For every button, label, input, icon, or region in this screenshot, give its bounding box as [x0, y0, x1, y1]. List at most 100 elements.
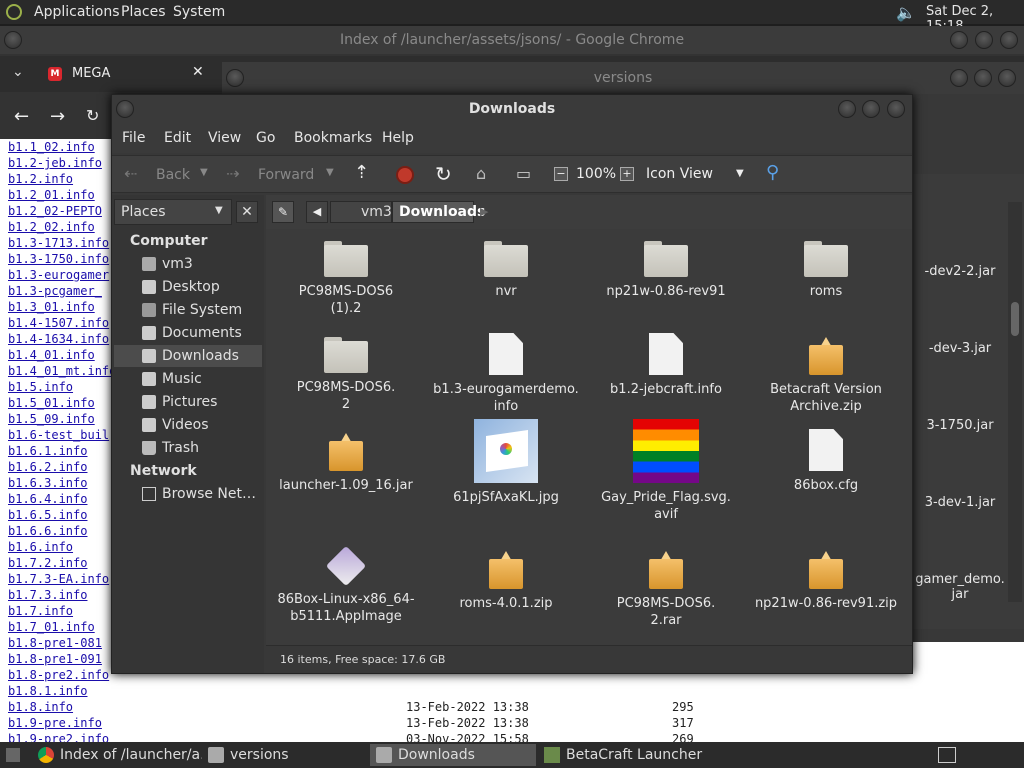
path-button-downloads[interactable]: Downloads — [392, 201, 485, 223]
listing-link[interactable]: b1.2_01.info — [8, 188, 95, 202]
view-mode-dropdown-icon[interactable]: ▼ — [736, 168, 744, 179]
file-item[interactable]: np21w-0.86-rev91.zip — [746, 547, 906, 612]
path-button-vm3[interactable]: vm3 — [330, 201, 392, 223]
sidebar-item-desktop[interactable]: Desktop — [114, 276, 262, 298]
volume-icon[interactable]: 🔈 — [896, 3, 916, 22]
listing-link[interactable]: b1.6.4.info — [8, 492, 87, 506]
listing-link[interactable]: b1.7_01.info — [8, 620, 95, 634]
task-downloads[interactable]: Downloads — [370, 744, 536, 766]
listing-link[interactable]: b1.5_09.info — [8, 412, 95, 426]
nautilus-maximize-button[interactable] — [862, 100, 880, 118]
file-label[interactable]: 3-dev-1.jar — [912, 495, 1008, 510]
menu-bookmarks[interactable]: Bookmarks — [294, 130, 372, 146]
versions-menu-button[interactable] — [226, 69, 244, 87]
forward-icon[interactable]: → — [50, 106, 65, 127]
listing-link[interactable]: b1.8-pre2.info — [8, 668, 109, 682]
maximize-button[interactable] — [975, 31, 993, 49]
home-icon[interactable]: ⌂ — [476, 164, 486, 183]
listing-link[interactable]: b1.8-pre1-081 — [8, 636, 102, 650]
file-item[interactable]: PC98MS-DOS6. 2 — [266, 333, 426, 413]
menu-go[interactable]: Go — [256, 130, 275, 146]
listing-link[interactable]: b1.3-1713.info — [8, 236, 109, 250]
file-item[interactable]: b1.2-jebcraft.info — [586, 333, 746, 398]
listing-link[interactable]: b1.2_02.info — [8, 220, 95, 234]
reload-icon[interactable]: ↻ — [86, 106, 99, 125]
nautilus-close-button[interactable] — [887, 100, 905, 118]
menu-help[interactable]: Help — [382, 130, 414, 146]
nautilus-menu-button[interactable] — [116, 100, 134, 118]
back-arrow-icon[interactable]: ⇠ — [124, 164, 137, 183]
file-label[interactable]: -dev2-2.jar — [912, 264, 1008, 279]
listing-link[interactable]: b1.4-1507.info — [8, 316, 109, 330]
task-chrome[interactable]: Index of /launcher/a… — [32, 744, 202, 766]
search-icon[interactable]: ⚲ — [766, 162, 779, 183]
sidebar-item-trash[interactable]: Trash — [114, 437, 262, 459]
listing-link[interactable]: b1.2_02-PEPTO — [8, 204, 102, 218]
stop-icon[interactable] — [396, 166, 414, 184]
window-menu-button[interactable] — [4, 31, 22, 49]
sidebar-item-vm3[interactable]: vm3 — [114, 253, 262, 275]
listing-link[interactable]: b1.6.info — [8, 540, 73, 554]
listing-link[interactable]: b1.6.3.info — [8, 476, 87, 490]
zoom-in-icon[interactable]: + — [620, 167, 634, 181]
listing-link[interactable]: b1.5.info — [8, 380, 73, 394]
file-item[interactable]: np21w-0.86-rev91 — [586, 237, 746, 300]
sidebar-close-icon[interactable]: ✕ — [236, 201, 258, 223]
menu-file[interactable]: File — [122, 130, 145, 146]
file-item[interactable]: launcher-1.09_16.jar — [266, 429, 426, 494]
sidebar-item-videos[interactable]: Videos — [114, 414, 262, 436]
sidebar-item-pictures[interactable]: Pictures — [114, 391, 262, 413]
listing-link[interactable]: b1.3-pcgamer_ — [8, 284, 102, 298]
menu-applications[interactable]: Applications — [34, 4, 120, 20]
minimize-button[interactable] — [950, 31, 968, 49]
file-item[interactable]: 86Box-Linux-x86_64- b5111.AppImage — [266, 545, 426, 625]
back-history-icon[interactable]: ▼ — [200, 167, 208, 178]
computer-icon[interactable]: ▭ — [516, 164, 531, 183]
listing-link[interactable]: b1.6.2.info — [8, 460, 87, 474]
listing-link[interactable]: b1.7.3.info — [8, 588, 87, 602]
up-icon[interactable]: ⇡ — [354, 162, 369, 183]
sidebar-item-music[interactable]: Music — [114, 368, 262, 390]
listing-link[interactable]: b1.7.info — [8, 604, 73, 618]
file-item[interactable]: 61pjSfAxaKL.jpg — [426, 419, 586, 506]
back-button[interactable]: Back — [156, 167, 190, 183]
listing-link[interactable]: b1.4_01_mt.info — [8, 364, 116, 378]
close-button[interactable] — [1000, 31, 1018, 49]
task-versions[interactable]: versions — [202, 744, 368, 766]
versions-minimize-button[interactable] — [950, 69, 968, 87]
zoom-out-icon[interactable]: − — [554, 167, 568, 181]
file-item[interactable]: nvr — [426, 237, 586, 300]
listing-link[interactable]: b1.5_01.info — [8, 396, 95, 410]
file-item[interactable]: Gay_Pride_Flag.svg. avif — [586, 419, 746, 523]
versions-close-button[interactable] — [998, 69, 1016, 87]
listing-link[interactable]: b1.2-jeb.info — [8, 156, 102, 170]
menu-edit[interactable]: Edit — [164, 130, 191, 146]
listing-link[interactable]: b1.3-eurogamer — [8, 268, 109, 282]
listing-link[interactable]: b1.7.3-EA.info — [8, 572, 109, 586]
forward-button[interactable]: Forward — [258, 167, 314, 183]
path-left-arrow-icon[interactable]: ◀ — [306, 201, 328, 223]
view-mode-select[interactable]: Icon View — [646, 166, 713, 182]
sidebar-item-file-system[interactable]: File System — [114, 299, 262, 321]
task-betacraft[interactable]: BetaCraft Launcher … — [538, 744, 708, 766]
listing-link[interactable]: b1.6.5.info — [8, 508, 87, 522]
listing-link[interactable]: b1.3_01.info — [8, 300, 95, 314]
sidebar-item-browse-network[interactable]: Browse Net… — [114, 483, 262, 505]
versions-scrollbar[interactable] — [1008, 202, 1022, 602]
file-label[interactable]: -dev-3.jar — [912, 341, 1008, 356]
file-item[interactable]: 86box.cfg — [746, 429, 906, 494]
file-label[interactable]: gamer_demo. jar — [912, 572, 1008, 602]
file-item[interactable]: PC98MS-DOS6 (1).2 — [266, 237, 426, 317]
edit-location-icon[interactable]: ✎ — [272, 201, 294, 223]
listing-link[interactable]: b1.7.2.info — [8, 556, 87, 570]
zoom-level[interactable]: 100% — [576, 166, 616, 182]
listing-link[interactable]: b1.8-pre1-091 — [8, 652, 102, 666]
listing-link[interactable]: b1.1_02.info — [8, 140, 95, 154]
file-item[interactable]: PC98MS-DOS6. 2.rar — [586, 547, 746, 629]
reload-icon[interactable]: ↻ — [435, 162, 452, 186]
file-item[interactable]: Betacraft Version Archive.zip — [746, 333, 906, 415]
tab-close-icon[interactable]: ✕ — [192, 64, 204, 80]
path-right-arrow-icon[interactable]: ▶ — [480, 205, 488, 218]
tab-mega[interactable]: MEGA — [72, 66, 110, 81]
listing-link[interactable]: b1.6.1.info — [8, 444, 87, 458]
